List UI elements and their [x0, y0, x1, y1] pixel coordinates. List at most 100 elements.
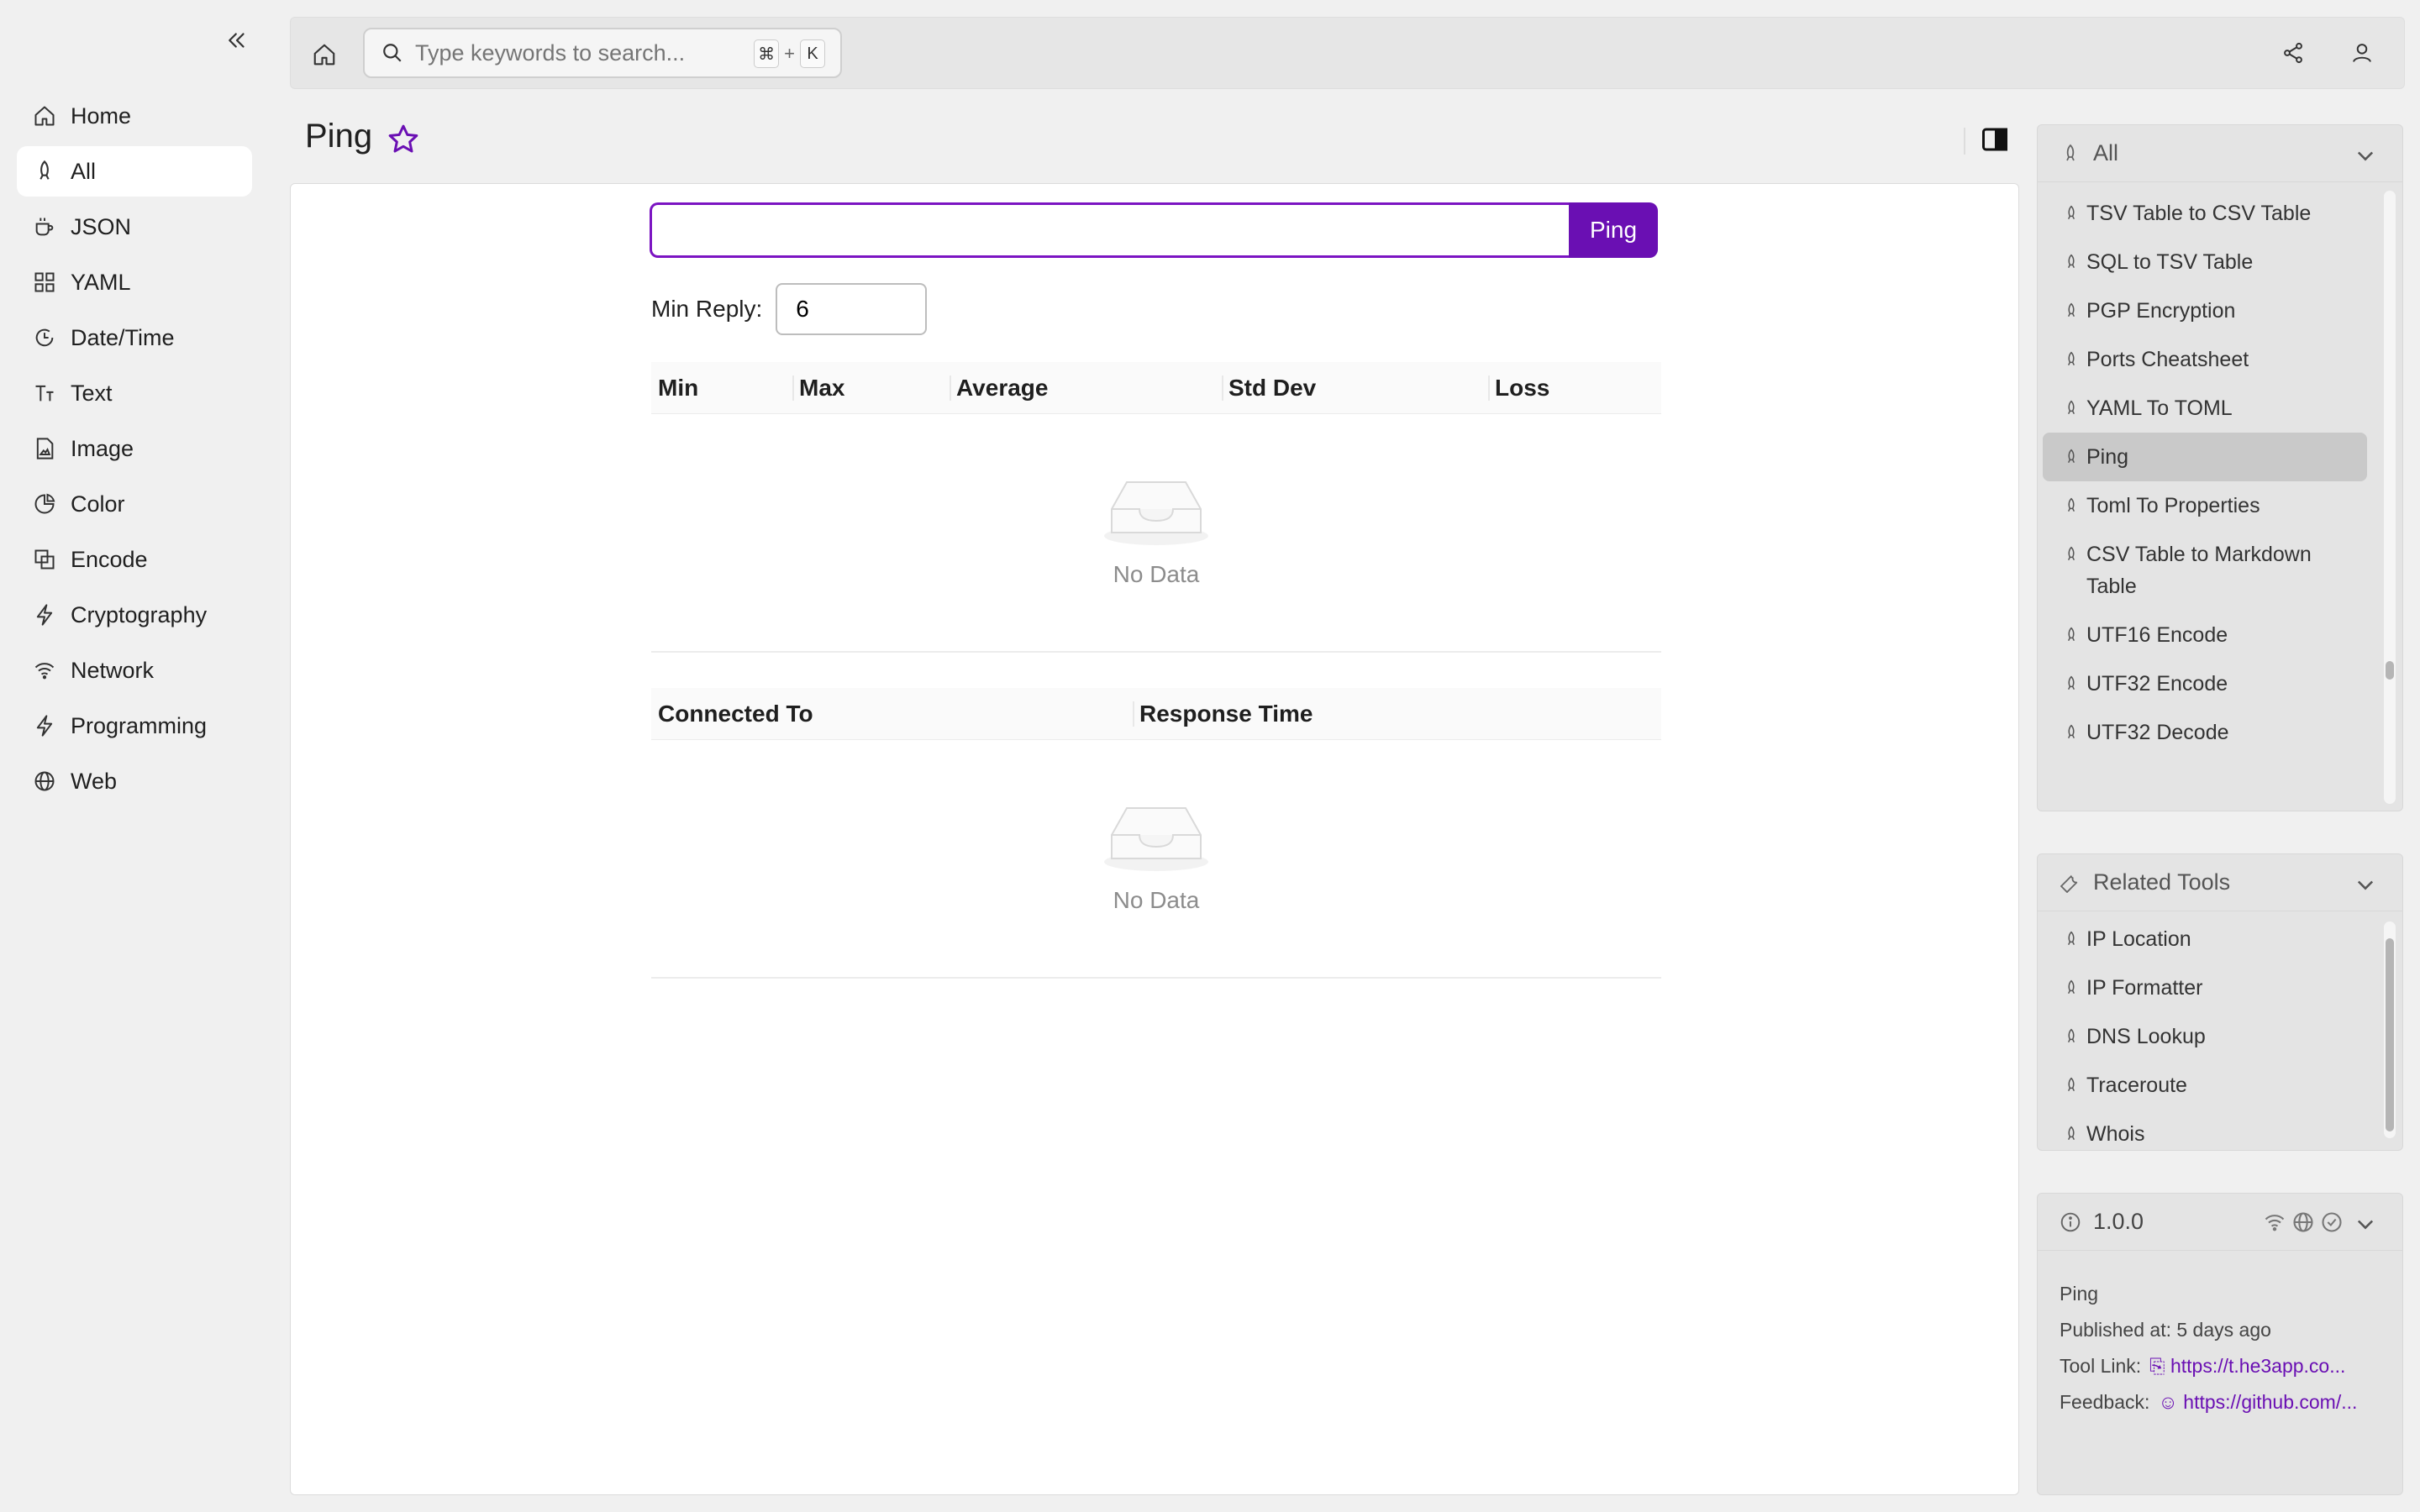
info-icon: [2060, 1211, 2081, 1233]
related-tools-list: IP Location IP Formatter DNS Lookup Tracero…: [2038, 911, 2402, 1148]
toggle-right-panel-button[interactable]: [1980, 124, 2013, 158]
rocket-icon: [2061, 295, 2081, 327]
sidebar-item-label: Color: [71, 491, 125, 517]
published-date: Published at: 5 days ago: [2060, 1319, 2271, 1341]
search-box[interactable]: ⌘ + K: [363, 28, 842, 78]
collapse-sidebar-button[interactable]: [220, 24, 254, 57]
sidebar-item-label: Image: [71, 435, 134, 461]
feedback-link-text: https://github.com/...: [2183, 1391, 2358, 1413]
sidebar-item-color[interactable]: Color: [17, 479, 252, 529]
sidebar-item-text[interactable]: Text: [17, 368, 252, 418]
tool-label: UTF32 Decode: [2086, 721, 2229, 744]
chevron-down-icon[interactable]: [2354, 873, 2377, 896]
globe-icon: [32, 769, 57, 794]
connection-table-header: Connected To Response Time: [651, 688, 1661, 740]
coffee-icon: [32, 214, 57, 239]
rocket-icon: [2061, 344, 2081, 375]
sidebar-item-label: YAML: [71, 269, 131, 295]
sidebar-item-yaml[interactable]: YAML: [17, 257, 252, 307]
related-tools-header[interactable]: Related Tools: [2038, 854, 2402, 911]
all-tools-list: TSV Table to CSV Table SQL to TSV Table PG…: [2038, 182, 2402, 809]
tool-link-ports-cheatsheet[interactable]: Ports Cheatsheet: [2043, 335, 2367, 384]
tool-link-ping[interactable]: Ping: [2043, 433, 2367, 481]
rocket-icon: [2061, 717, 2081, 748]
tool-link-whois[interactable]: Whois: [2043, 1110, 2367, 1148]
share-button[interactable]: [2276, 36, 2310, 70]
column-header: Connected To: [658, 700, 813, 727]
tool-link-utf16-encode[interactable]: UTF16 Encode: [2043, 611, 2367, 659]
empty-text: No Data: [1113, 561, 1200, 587]
tool-label: CSV Table to Markdown Table: [2086, 543, 2312, 598]
sidebar-item-all[interactable]: All: [17, 146, 252, 197]
sidebar-item-date-time[interactable]: Date/Time: [17, 312, 252, 363]
pie-icon: [32, 491, 57, 517]
related-tools-scrollbar[interactable]: [2384, 921, 2396, 1138]
copy-icon: ⎘: [2149, 1355, 2170, 1377]
tool-link-traceroute[interactable]: Traceroute: [2043, 1061, 2367, 1110]
sidebar-item-image[interactable]: Image: [17, 423, 252, 474]
search-input[interactable]: [415, 39, 734, 66]
tool-label: DNS Lookup: [2086, 1025, 2206, 1048]
connection-table: Connected To Response Time No Data: [651, 688, 1661, 979]
feedback-label: Feedback:: [2060, 1391, 2150, 1413]
rocket-icon: [2061, 246, 2081, 278]
home-button[interactable]: [306, 36, 343, 73]
sidebar-item-label: Home: [71, 102, 132, 129]
tool-link[interactable]: ⎘ https://t.he3app.co...: [2149, 1355, 2345, 1378]
grid-icon: [32, 270, 57, 295]
min-reply-label: Min Reply:: [651, 296, 762, 323]
ping-button[interactable]: Ping: [1569, 202, 1658, 258]
sidebar-item-network[interactable]: Network: [17, 645, 252, 696]
stats-table-header: Min Max Average Std Dev Loss: [651, 362, 1661, 414]
user-button[interactable]: [2345, 36, 2379, 70]
scrollbar-thumb[interactable]: [2386, 661, 2394, 680]
feedback-link[interactable]: ☺ https://github.com/...: [2158, 1391, 2357, 1414]
tool-label: IP Location: [2086, 927, 2191, 951]
favorite-button[interactable]: [387, 123, 424, 160]
sidebar-item-encode[interactable]: Encode: [17, 534, 252, 585]
tool-label: TSV Table to CSV Table: [2086, 202, 2312, 225]
sidebar-item-cryptography[interactable]: Cryptography: [17, 590, 252, 640]
sidebar-item-home[interactable]: Home: [17, 91, 252, 141]
min-reply-input[interactable]: [776, 283, 928, 335]
tool-link-yaml-to-toml[interactable]: YAML To TOML: [2043, 384, 2367, 433]
empty-text: No Data: [1113, 887, 1200, 913]
host-input[interactable]: [650, 202, 1569, 258]
tool-link-ip-location[interactable]: IP Location: [2043, 915, 2367, 963]
all-tools-scrollbar[interactable]: [2384, 191, 2396, 804]
tool-link-label: Tool Link:: [2060, 1355, 2142, 1377]
tool-link-utf32-decode[interactable]: UTF32 Decode: [2043, 708, 2367, 757]
star-icon: [388, 124, 418, 153]
tool-link-sql-to-tsv-table[interactable]: SQL to TSV Table: [2043, 238, 2367, 286]
rocket-icon: [2061, 490, 2081, 522]
version-details: Ping Published at: 5 days ago Tool Link:…: [2038, 1251, 2402, 1446]
rocket-icon: [2060, 143, 2081, 165]
scrollbar-thumb[interactable]: [2386, 938, 2394, 1131]
tool-label: UTF16 Encode: [2086, 623, 2228, 647]
chevron-down-icon[interactable]: [2354, 1212, 2377, 1236]
shortcut-plus: +: [784, 43, 795, 64]
share-icon: [2284, 42, 2302, 64]
tool-name: Ping: [2060, 1283, 2099, 1305]
all-tools-header[interactable]: All: [2038, 125, 2402, 182]
tool-link-pgp-encryption[interactable]: PGP Encryption: [2043, 286, 2367, 335]
version-header[interactable]: 1.0.0: [2038, 1194, 2402, 1251]
tool-link-utf32-encode[interactable]: UTF32 Encode: [2043, 659, 2367, 708]
chevron-down-icon[interactable]: [2354, 144, 2377, 167]
tool-link-ip-formatter[interactable]: IP Formatter: [2043, 963, 2367, 1012]
top-bar: ⌘ + K: [290, 17, 2405, 89]
wrench-icon: [2060, 872, 2081, 894]
column-header: Max: [792, 362, 950, 413]
sidebar-item-programming[interactable]: Programming: [17, 701, 252, 751]
tool-link-toml-to-properties[interactable]: Toml To Properties: [2043, 481, 2367, 530]
tool-link-csv-table-to-markdown-table[interactable]: CSV Table to Markdown Table: [2043, 530, 2367, 611]
sidebar-item-web[interactable]: Web: [17, 756, 252, 806]
tool-link-tsv-table-to-csv-table[interactable]: TSV Table to CSV Table: [2043, 189, 2367, 238]
tool-link-dns-lookup[interactable]: DNS Lookup: [2043, 1012, 2367, 1061]
sidebar-item-json[interactable]: JSON: [17, 202, 252, 252]
version-number: 1.0.0: [2093, 1209, 2144, 1234]
sidebar-item-label: Date/Time: [71, 324, 175, 350]
tool-label: SQL to TSV Table: [2086, 250, 2254, 274]
rocket-icon: [2061, 197, 2081, 229]
check-circle-icon: [2322, 1212, 2342, 1232]
